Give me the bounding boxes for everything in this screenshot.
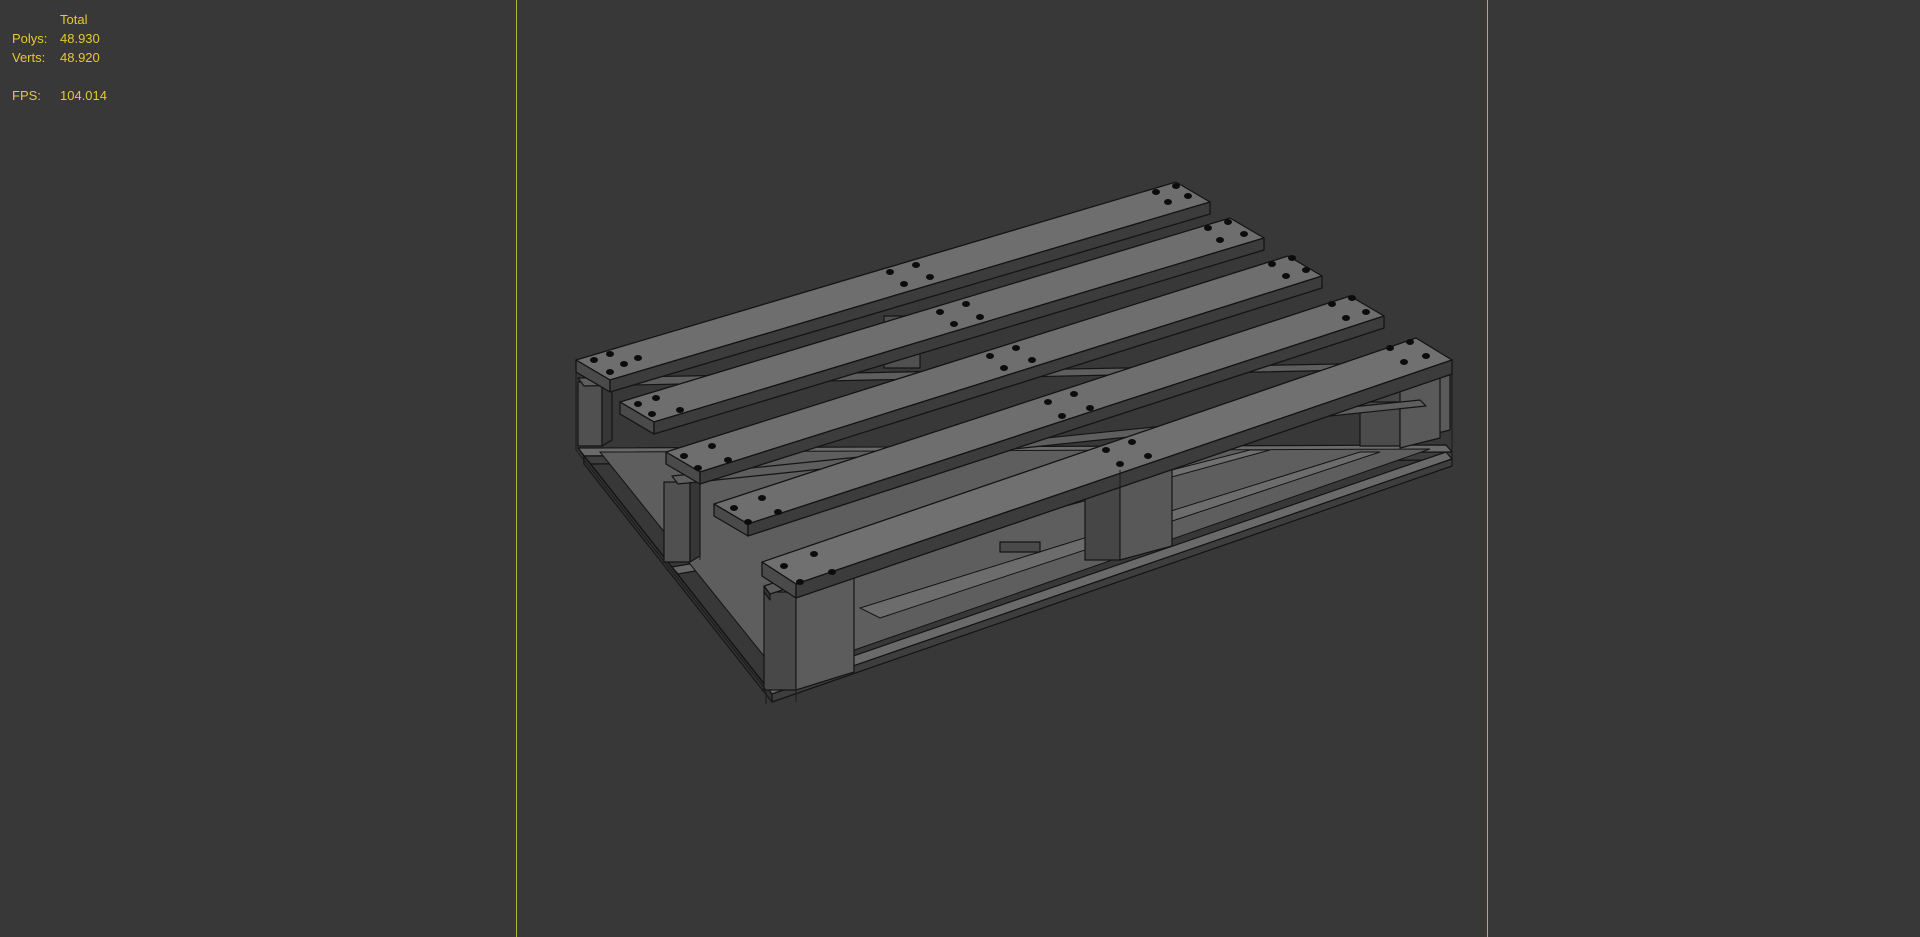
3d-viewport[interactable]: Total Polys: 48.930 Verts: 48.920 FPS: 1… bbox=[0, 0, 1920, 937]
pallet-model[interactable] bbox=[0, 0, 1920, 937]
